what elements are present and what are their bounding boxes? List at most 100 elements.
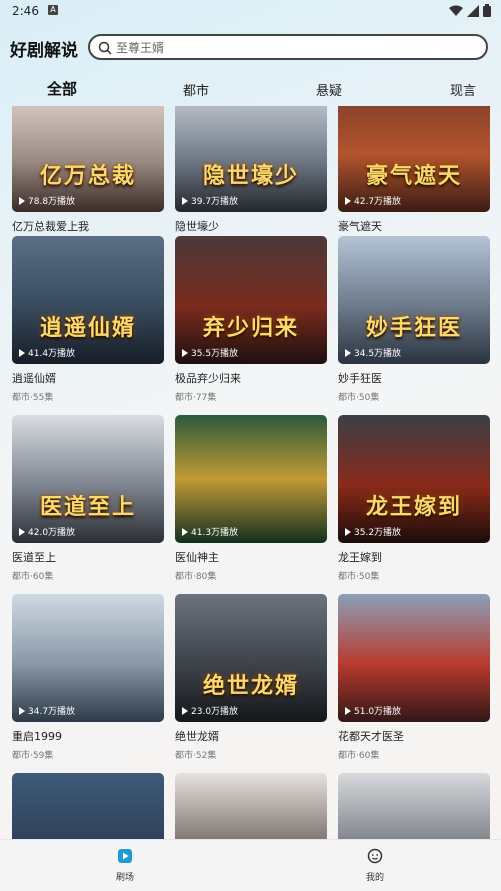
nav-label-profile: 我的 [365,873,384,883]
tab-suspense[interactable]: 悬疑 [316,80,342,99]
drama-title: 花都天才医圣 [338,730,404,743]
play-count-text: 34.5万播放 [354,349,402,359]
nav-item-theater[interactable]: 刷场 [95,848,155,883]
poster-title-art: 亿万总裁 [39,163,136,189]
poster-title-art: 医道至上 [39,494,136,520]
poster-title-art: 绝世龙婿 [202,673,299,699]
drama-title: 豪气遮天 [338,220,382,233]
drama-meta: 都市·55集 [12,393,54,403]
drama-title: 逍遥仙婿 [12,372,56,385]
search-input[interactable] [116,39,476,57]
play-count: 34.5万播放 [345,346,401,359]
notification-icon: A [48,5,58,15]
drama-poster[interactable]: 都市 [12,773,164,839]
play-count: 51.0万播放 [345,704,401,717]
bottom-nav: 刷场 我的 [0,839,501,891]
play-count-text: 78.8万播放 [28,197,76,207]
nav-item-profile[interactable]: 我的 [345,848,405,883]
tab-urban[interactable]: 都市 [183,80,209,99]
header: 好剧解说 [0,34,501,64]
drama-meta: 都市·59集 [12,751,54,761]
drama-meta: 都市·80集 [175,572,217,582]
drama-card[interactable]: 逍遥仙婿 41.4万播放逍遥仙婿都市·55集 [12,236,164,403]
drama-meta: 都市·60集 [338,751,380,761]
drama-grid: 亿万总裁78.8万播放亿万总裁爱上我现言·92集隐世壕少39.7万播放隐世壕少都… [0,106,501,839]
app-title: 好剧解说 [10,41,78,61]
play-icon [182,527,188,536]
drama-poster[interactable]: 绝世龙婿 23.0万播放 [175,594,327,722]
drama-card[interactable]: 妙手狂医 34.5万播放 妙手狂医 都市·50集 [338,236,490,403]
drama-title: 医仙神主 [175,551,219,564]
tab-romance[interactable]: 现言 [450,80,476,99]
drama-poster[interactable]: 51.0万播放 [338,594,490,722]
play-icon [19,196,25,205]
play-count: 42.7万播放 [345,194,401,207]
status-icons [449,4,491,17]
drama-poster[interactable] [175,773,327,839]
search-icon [98,41,112,55]
play-icon [19,706,25,715]
play-count: 34.7万播放 [19,704,75,717]
play-box-icon [118,849,132,863]
play-count: 41.4万播放 [19,346,75,359]
play-icon [19,348,25,357]
play-icon [345,348,351,357]
play-icon [182,348,188,357]
drama-poster[interactable]: 豪气遮天 42.7万播放 [338,106,490,212]
play-count-text: 51.0万播放 [354,707,402,717]
drama-poster[interactable]: 美女总裁的 [338,773,490,839]
search-box[interactable] [88,34,488,60]
drama-meta: 都市·77集 [175,393,217,403]
drama-poster[interactable]: 龙王嫁到 35.2万播放 [338,415,490,543]
drama-title: 亿万总裁爱上我 [12,220,89,233]
drama-poster[interactable]: 弃少归来 35.5万播放 [175,236,327,364]
poster-title-art: 妙手狂医 [365,315,462,341]
play-count-text: 42.0万播放 [28,528,76,538]
drama-card[interactable]: 亿万总裁78.8万播放亿万总裁爱上我现言·92集 [12,106,164,251]
category-tabs: 全部 都市 悬疑 现言 [0,78,501,102]
drama-title: 绝世龙婿 [175,730,219,743]
drama-card[interactable]: 41.3万播放医仙神主都市·80集 [175,415,327,582]
drama-card[interactable] [175,773,327,839]
play-count: 35.5万播放 [182,346,238,359]
drama-title: 妙手狂医 [338,372,382,385]
drama-poster[interactable]: 亿万总裁 78.8万播放 [12,106,164,212]
drama-card[interactable]: 龙王嫁到 35.2万播放 龙王嫁到 都市·50集 [338,415,490,582]
drama-poster[interactable]: 医道至上 42.0万播放 [12,415,164,543]
drama-card[interactable]: 医道至上 42.0万播放 医道至上 都市·60集 [12,415,164,582]
drama-card[interactable]: 51.0万播放花都天才医圣 都市·60集 [338,594,490,761]
drama-card[interactable]: 34.7万播放 重启1999 都市·59集 [12,594,164,761]
play-icon [345,196,351,205]
drama-poster[interactable]: 34.7万播放 [12,594,164,722]
play-count-text: 34.7万播放 [28,707,76,717]
nav-label-theater: 刷场 [115,873,134,883]
drama-card[interactable]: 豪气遮天42.7万播放豪气遮天都市·55集 [338,106,490,251]
tab-all[interactable]: 全部 [47,78,77,99]
wifi-icon [449,5,463,16]
drama-card[interactable]: 隐世壕少39.7万播放隐世壕少都市·72集 [175,106,327,251]
drama-title: 医道至上 [12,551,56,564]
drama-poster[interactable]: 逍遥仙婿 41.4万播放 [12,236,164,364]
play-count-text: 41.3万播放 [191,528,239,538]
drama-title: 龙王嫁到 [338,551,382,564]
signal-icon [467,4,479,17]
drama-card[interactable]: 美女总裁的 [338,773,490,839]
drama-card[interactable]: 都市 [12,773,164,839]
play-count-text: 35.2万播放 [354,528,402,538]
drama-card[interactable]: 绝世龙婿 23.0万播放 绝世龙婿 都市·52集 [175,594,327,761]
battery-icon [483,4,491,17]
drama-poster[interactable]: 妙手狂医 34.5万播放 [338,236,490,364]
play-count-text: 23.0万播放 [191,707,239,717]
drama-meta: 都市·60集 [12,572,54,582]
poster-title-art: 弃少归来 [202,315,299,341]
play-count: 41.3万播放 [182,525,238,538]
drama-poster[interactable]: 41.3万播放 [175,415,327,543]
drama-title: 极品弃少归来 [175,372,241,385]
play-icon [182,196,188,205]
drama-poster[interactable]: 隐世壕少 39.7万播放 [175,106,327,212]
drama-card[interactable]: 弃少归来 35.5万播放 极品弃少归来 都市·77集 [175,236,327,403]
status-time: 2:46 [12,4,39,18]
play-icon [19,527,25,536]
play-count: 23.0万播放 [182,704,238,717]
status-bar: 2:46 A [0,0,501,22]
